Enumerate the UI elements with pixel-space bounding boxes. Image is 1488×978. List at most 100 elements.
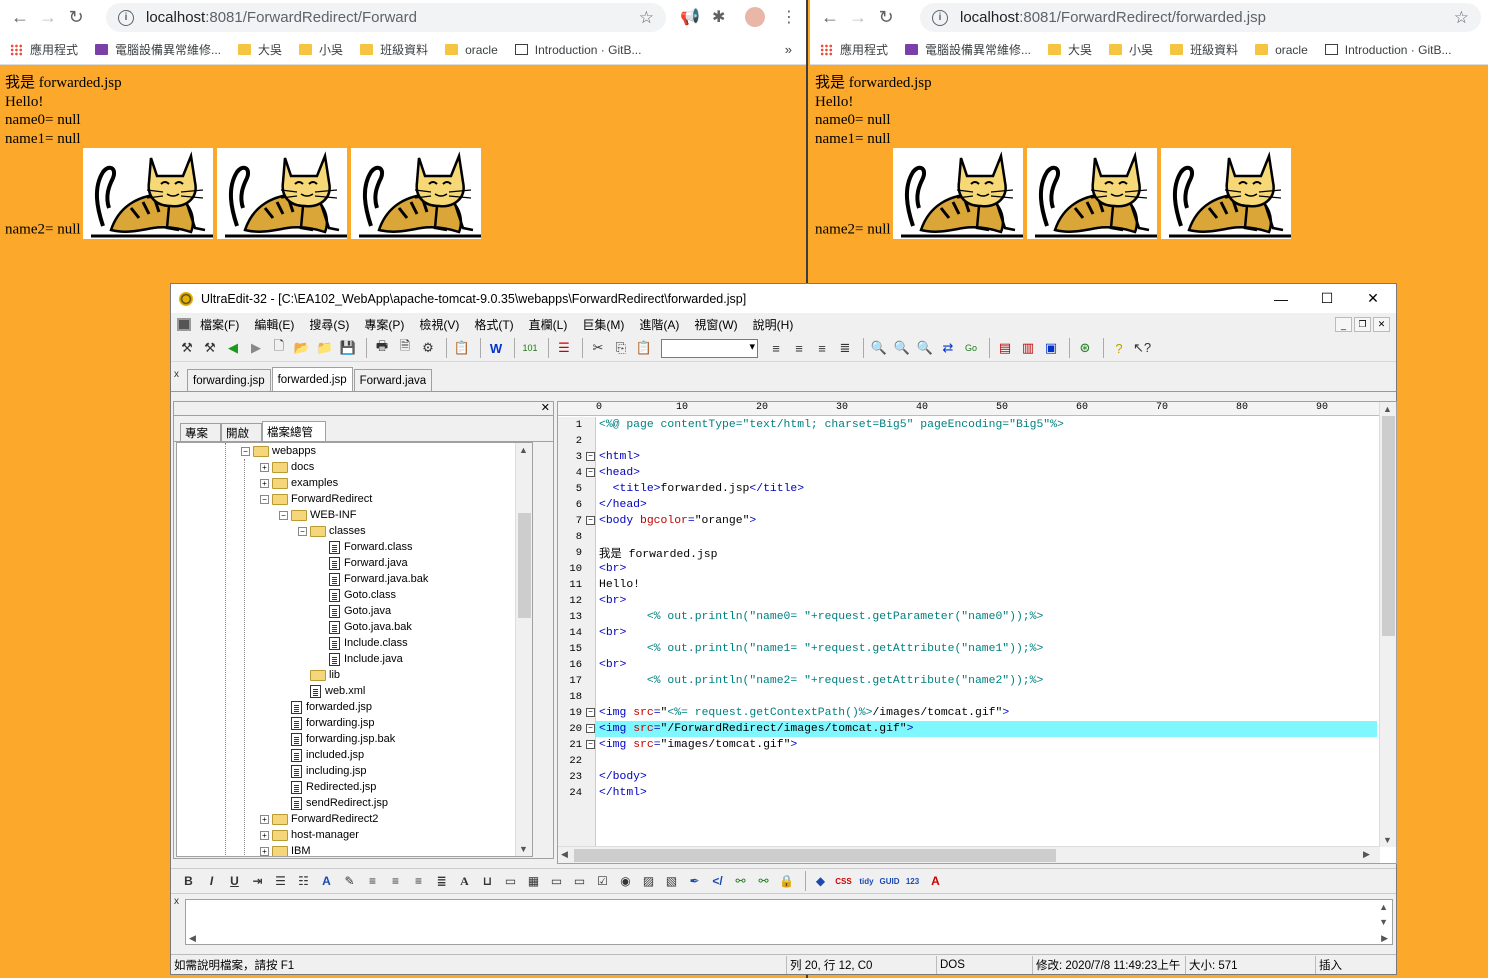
tree-folder-item[interactable]: + docs	[260, 459, 314, 475]
window-list-icon[interactable]: ▣	[1041, 338, 1061, 358]
indent-icon[interactable]: ⇥	[248, 871, 267, 891]
code-line[interactable]: <% out.println("name1= "+request.getAttr…	[596, 641, 1377, 657]
tag-tool-icon[interactable]: ⚯	[731, 871, 750, 891]
menu-item[interactable]: 搜尋(S)	[309, 316, 349, 333]
html-tidy-icon[interactable]: tidy	[857, 871, 876, 891]
scroll-thumb[interactable]	[1382, 416, 1395, 636]
scroll-thumb[interactable]	[574, 849, 1056, 862]
tree-folder-item[interactable]: + host-manager	[260, 827, 359, 843]
open-folder-icon[interactable]: 📁	[315, 338, 335, 358]
scroll-down-icon[interactable]: ▼	[1383, 835, 1392, 845]
window-title-bar[interactable]: UltraEdit-32 - [C:\EA102_WebApp\apache-t…	[171, 284, 1396, 313]
tree-file-item[interactable]: web.xml	[298, 683, 365, 699]
code-line[interactable]	[596, 689, 1377, 705]
bookmark-item[interactable]: 電腦設備異常維修...	[905, 41, 1031, 58]
build-icon[interactable]: ⚒	[177, 338, 197, 358]
fold-toggle-icon[interactable]: −	[586, 452, 595, 461]
close-button[interactable]: ✕	[1350, 284, 1396, 313]
forward-icon[interactable]: →	[844, 4, 872, 32]
tree-folder-item[interactable]: − WEB-INF	[279, 507, 356, 523]
fold-toggle-icon[interactable]: −	[586, 724, 595, 733]
minimize-button[interactable]: —	[1258, 284, 1304, 313]
hammer-icon[interactable]: ⚒	[200, 338, 220, 358]
tree-file-item[interactable]: Forward.java.bak	[317, 571, 428, 587]
code-line[interactable]: <html>	[596, 449, 1377, 465]
tree-folder-item[interactable]: + examples	[260, 475, 338, 491]
fold-toggle-icon[interactable]: −	[586, 468, 595, 477]
profile-avatar[interactable]	[745, 7, 765, 27]
scroll-down-icon[interactable]: ▼	[519, 844, 528, 854]
code-line[interactable]: <img src="/ForwardRedirect/images/tomcat…	[596, 721, 1377, 737]
bookmark-folder[interactable]: 小吳	[299, 41, 343, 58]
collapse-icon[interactable]: −	[298, 526, 307, 536]
table-icon[interactable]: ▦	[524, 871, 543, 891]
tree-file-item[interactable]: Goto.java.bak	[317, 619, 412, 635]
code-line[interactable]: <title>forwarded.jsp</title>	[596, 481, 1377, 497]
number-convert-icon[interactable]: 123	[903, 871, 922, 891]
checkbox-icon[interactable]: ☑	[593, 871, 612, 891]
spellcheck-icon[interactable]: A	[926, 871, 945, 891]
bookmark-folder[interactable]: 班級資料	[360, 41, 428, 58]
tree-file-item[interactable]: Forward.java	[317, 555, 408, 571]
find-prev-icon[interactable]: 🔍	[915, 338, 935, 358]
bookmark-folder[interactable]: 大吳	[1048, 41, 1092, 58]
code-line[interactable]: <% out.println("name0= "+request.getPara…	[596, 609, 1377, 625]
mdi-restore-button[interactable]: ❐	[1354, 317, 1371, 332]
bookmark-apps[interactable]: 應用程式	[820, 41, 888, 58]
reload-icon[interactable]: ↻	[62, 4, 90, 32]
find-icon[interactable]: 🔍	[869, 338, 889, 358]
paste-icon[interactable]: 📋	[634, 338, 654, 358]
align-center-icon[interactable]: ≡	[789, 338, 809, 358]
scroll-down-icon[interactable]: ▼	[1379, 917, 1388, 927]
code-line[interactable]	[596, 433, 1377, 449]
scroll-up-icon[interactable]: ▲	[519, 445, 528, 455]
code-line[interactable]: <%@ page contentType="text/html; charset…	[596, 417, 1377, 433]
back-icon[interactable]: ←	[816, 4, 844, 32]
cut-icon[interactable]: ✂	[588, 338, 608, 358]
code-line[interactable]: <body bgcolor="orange">	[596, 513, 1377, 529]
menu-item[interactable]: 直欄(L)	[529, 316, 568, 333]
back-icon[interactable]: ←	[6, 4, 34, 32]
collapse-icon[interactable]: −	[241, 446, 250, 456]
expand-icon[interactable]: +	[260, 814, 269, 824]
menu-item[interactable]: 檢視(V)	[419, 316, 459, 333]
code-line[interactable]: </body>	[596, 769, 1377, 785]
align-left-icon[interactable]: ≡	[363, 871, 382, 891]
collapse-icon[interactable]: −	[279, 510, 288, 520]
menu-item[interactable]: 說明(H)	[753, 316, 794, 333]
code-editor[interactable]: 0 10 20 30 40 50 60 70 80 90 1 2 3−4−5 6 7−8 9 10 11 12 13…	[557, 401, 1397, 864]
code-line[interactable]: <br>	[596, 593, 1377, 609]
fold-toggle-icon[interactable]: −	[586, 740, 595, 749]
lock-icon[interactable]: 🔒	[777, 871, 796, 891]
tree-folder-item[interactable]: − classes	[298, 523, 366, 539]
extensions-icon[interactable]: ✱	[712, 7, 725, 27]
tab-file-explorer[interactable]: 檔案總管	[262, 421, 326, 441]
code-line[interactable]: <% out.println("name2= "+request.getAttr…	[596, 673, 1377, 689]
css-icon[interactable]: CSS	[834, 871, 853, 891]
code-line[interactable]: </html>	[596, 785, 1377, 801]
code-line[interactable]: <head>	[596, 465, 1377, 481]
forward-icon[interactable]: →	[34, 4, 62, 32]
bookmark-folder[interactable]: 大吳	[238, 41, 282, 58]
bookmarks-overflow-button[interactable]: »	[785, 42, 792, 57]
tab-project[interactable]: 專案	[180, 423, 221, 441]
print-icon[interactable]: 🖶	[372, 338, 392, 358]
fold-toggle-icon[interactable]: −	[586, 516, 595, 525]
tree-folder-item[interactable]: − ForwardRedirect	[260, 491, 372, 507]
text-field-icon[interactable]: ⊔	[478, 871, 497, 891]
document-icon[interactable]	[177, 317, 191, 331]
split-horizontal-icon[interactable]: ▤	[995, 338, 1015, 358]
code-line[interactable]: <br>	[596, 561, 1377, 577]
megaphone-extension-icon[interactable]: 📢	[680, 7, 700, 27]
goto-icon[interactable]: Go	[961, 338, 981, 358]
highlight-icon[interactable]: ✎	[340, 871, 359, 891]
tab-forwarding-jsp[interactable]: forwarding.jsp	[187, 369, 271, 391]
print-preview-icon[interactable]: 🗎	[395, 338, 415, 358]
maximize-button[interactable]: ☐	[1304, 284, 1350, 313]
tree-folder-item[interactable]: − webapps	[241, 443, 316, 459]
tab-open[interactable]: 開啟	[221, 423, 262, 441]
printer-setup-icon[interactable]: ⚙	[418, 338, 438, 358]
tree-file-item[interactable]: Forward.class	[317, 539, 412, 555]
italic-icon[interactable]: I	[202, 871, 221, 891]
scroll-left-icon[interactable]: ◀	[189, 933, 196, 944]
